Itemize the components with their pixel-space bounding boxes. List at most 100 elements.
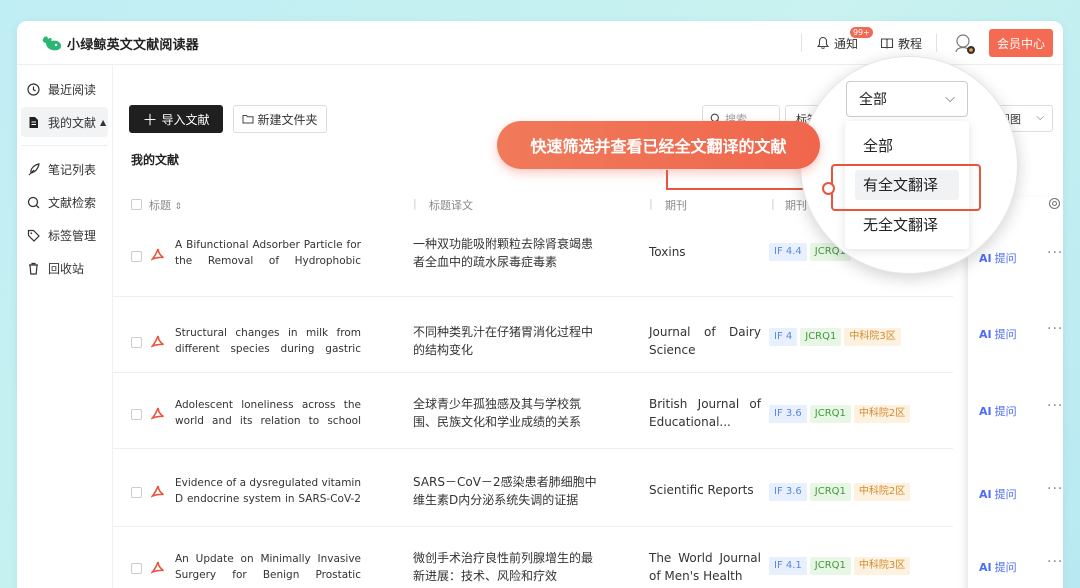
table-row[interactable]: Structural changes in milk from differen… (113, 297, 953, 373)
app-title: 小绿鲸英文文献阅读器 (67, 37, 200, 53)
row-checkbox[interactable] (131, 337, 142, 348)
connector-dot (822, 182, 835, 195)
divider (21, 145, 108, 146)
more-icon[interactable]: ··· (1047, 245, 1063, 261)
new-folder-label: 新建文件夹 (257, 112, 318, 127)
avatar[interactable] (951, 30, 977, 56)
whale-logo-icon (42, 36, 61, 51)
row-translation: 不同种类乳汁在仔猪胃消化过程中的结构变化 (413, 325, 594, 357)
row-checkbox[interactable] (131, 563, 142, 574)
row-checkbox[interactable] (131, 409, 142, 420)
pdf-icon (151, 248, 164, 261)
filter-option-all[interactable]: 全部 (845, 131, 969, 161)
col-divider: | (413, 197, 417, 210)
if-badge: IF 4.4 (769, 243, 807, 261)
select-all-checkbox[interactable] (131, 199, 142, 210)
ask-button[interactable]: AI 提问 (979, 559, 1017, 575)
new-folder-button[interactable]: 新建文件夹 (233, 105, 327, 133)
document-icon (29, 116, 38, 128)
row-tags: IF 3.6 JCRQ1 中科院2区 (769, 483, 911, 501)
jcr-badge: JCRQ1 (809, 405, 851, 423)
filter-selected: 全部 (859, 92, 887, 108)
sidebar-item-search[interactable]: 文献检索 (21, 187, 108, 217)
row-checkbox[interactable] (131, 487, 142, 498)
sidebar-item-notes[interactable]: 笔记列表 (21, 154, 108, 184)
jcr-badge: JCRQ1 (800, 328, 842, 346)
vip-center-button[interactable]: 会员中心 (988, 29, 1053, 57)
sidebar-item-label: 文献检索 (48, 195, 97, 210)
row-title[interactable]: Adolescent loneliness across the world a… (175, 397, 361, 429)
row-journal: The World Journal of Men's Health (649, 551, 761, 583)
if-badge: IF 4 (769, 328, 798, 346)
sidebar-item-tags[interactable]: 标签管理 (21, 220, 108, 250)
notify-badge: 99+ (849, 26, 873, 38)
sidebar-item-recent[interactable]: 最近阅读 (21, 74, 108, 104)
ask-label: 提问 (994, 252, 1017, 265)
pdf-icon (151, 561, 164, 574)
row-title[interactable]: Structural changes in milk from differen… (175, 325, 361, 357)
col-partition: 期刊 (785, 199, 807, 212)
page-title: 我的文献 (131, 153, 180, 167)
callout-banner: 快速筛选并查看已经全文翻译的文献 (497, 121, 820, 169)
sidebar-item-label: 标签管理 (48, 228, 97, 243)
pdf-icon (151, 485, 164, 498)
cas-badge: 中科院3区 (844, 328, 901, 346)
row-journal: Journal of Dairy Science (649, 325, 761, 357)
row-tags: IF 3.6 JCRQ1 中科院2区 (769, 405, 911, 423)
ask-button[interactable]: AI 提问 (979, 403, 1017, 419)
row-translation: 一种双功能吸附颗粒去除肾衰竭患者全血中的疏水尿毒症毒素 (413, 237, 594, 269)
app-logo: 小绿鲸英文文献阅读器 (41, 33, 199, 53)
ai-icon: AI (979, 560, 992, 574)
table-row[interactable]: An Update on Minimally Invasive Surgery … (113, 527, 953, 588)
plus-icon: ＋ (142, 110, 158, 129)
tutorial-button[interactable]: 教程 (880, 35, 922, 52)
sidebar-item-my-docs[interactable]: 我的文献 ▲ (21, 107, 108, 137)
topbar-actions: 通知 99+ 教程 会员中心 (787, 26, 1053, 58)
ask-button[interactable]: AI 提问 (979, 250, 1017, 266)
row-journal: Toxins (649, 245, 686, 259)
import-label: 导入文献 (161, 112, 210, 127)
settings-gear-icon[interactable] (1048, 197, 1061, 210)
col-title[interactable]: 标题 ⇕ (149, 197, 182, 213)
if-badge: IF 3.6 (769, 405, 807, 423)
ask-button[interactable]: AI 提问 (979, 326, 1017, 342)
ai-icon: AI (979, 251, 992, 265)
folder-icon (242, 115, 254, 124)
feather-icon (28, 162, 40, 175)
book-icon (880, 38, 894, 49)
ask-button[interactable]: AI 提问 (979, 486, 1017, 502)
col-journal: 期刊 (665, 199, 687, 212)
row-translation: SARS－CoV－2感染患者肺细胞中维生素D内分泌系统失调的证据 (413, 475, 597, 507)
sidebar-item-trash[interactable]: 回收站 (21, 253, 108, 283)
if-badge: IF 4.1 (769, 557, 807, 575)
search-icon (27, 196, 40, 208)
row-tags: IF 4.1 JCRQ1 中科院3区 (769, 557, 911, 575)
pdf-icon (151, 335, 164, 348)
trash-icon (29, 262, 38, 275)
col-translation: 标题译文 (429, 199, 473, 212)
if-badge: IF 3.6 (769, 483, 807, 501)
pdf-icon (151, 407, 164, 420)
table-row[interactable]: Adolescent loneliness across the world a… (113, 373, 953, 449)
row-translation: 全球青少年孤独感及其与学校氛围、民族文化和学业成绩的关系 (413, 397, 582, 429)
ai-icon: AI (979, 404, 992, 418)
more-icon[interactable]: ··· (1047, 554, 1063, 570)
more-icon[interactable]: ··· (1047, 481, 1063, 497)
filter-option-untranslated[interactable]: 无全文翻译 (845, 210, 969, 240)
import-button[interactable]: ＋ 导入文献 (129, 105, 223, 133)
row-title[interactable]: A Bifunctional Adsorber Particle for the… (175, 237, 361, 269)
more-icon[interactable]: ··· (1047, 321, 1063, 337)
row-checkbox[interactable] (131, 251, 142, 262)
notify-button[interactable]: 通知 99+ (816, 26, 873, 52)
row-title[interactable]: An Update on Minimally Invasive Surgery … (175, 551, 361, 583)
jcr-badge: JCRQ1 (809, 483, 851, 501)
row-title[interactable]: Evidence of a dysregulated vitamin D end… (175, 475, 361, 507)
table-row[interactable]: Evidence of a dysregulated vitamin D end… (113, 451, 953, 527)
translation-filter-select[interactable]: 全部 ⌵ (846, 81, 968, 117)
jcr-badge: JCRQ1 (809, 557, 851, 575)
sidebar-item-label: 我的文献 (48, 115, 97, 130)
sidebar-item-label: 最近阅读 (48, 82, 97, 97)
col-divider: | (649, 197, 653, 210)
divider (800, 34, 802, 52)
more-icon[interactable]: ··· (1047, 398, 1063, 414)
